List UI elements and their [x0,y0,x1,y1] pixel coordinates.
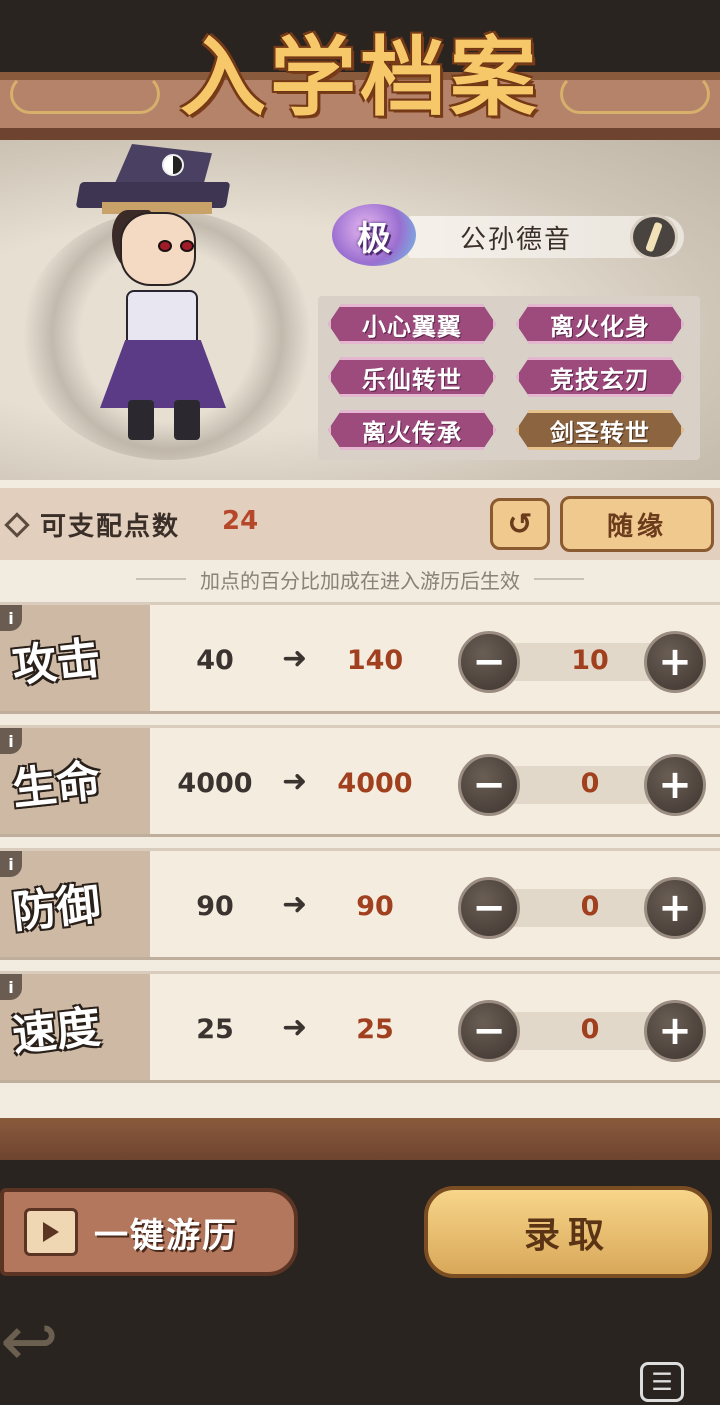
stat-name: 速度 [10,1001,103,1062]
arrow-right-icon: ➜ [282,641,308,676]
increase-button[interactable]: + [644,754,706,816]
plus-icon: + [658,1008,692,1054]
yin-yang-icon [162,154,184,176]
points-label: 可支配点数 [40,512,181,542]
increase-button[interactable]: + [644,1000,706,1062]
rename-brush-button[interactable] [630,214,678,260]
stat-name: 防御 [10,878,103,939]
trait-tag[interactable]: 离火传承 [328,410,496,450]
trait-tag-gold[interactable]: 剑圣转世 [516,410,684,450]
rank-badge: 极 [332,204,416,266]
arrow-right-icon: ➜ [282,887,308,922]
plus-icon: + [658,639,692,685]
stat-base-value: 4000 [177,768,253,799]
increase-button[interactable]: + [644,631,706,693]
reset-button[interactable]: ↺ [490,498,550,550]
stat-base-value: 90 [196,891,234,922]
enroll-button[interactable]: 录取 [424,1186,712,1278]
allocated-points: 10 [571,645,609,676]
trait-tags: 小心翼翼 离火化身 乐仙转世 竞技玄刃 离火传承 剑圣转世 [318,296,700,460]
plus-icon: + [658,885,692,931]
cloud-ornament-right [560,74,710,114]
arrow-right-icon: ➜ [282,1010,308,1045]
stat-name: 生命 [10,755,103,816]
minus-icon: − [472,1008,506,1054]
stat-row-speed: i 速度 25 ➜ 25 0 − + [0,971,720,1083]
stat-row-defense: i 防御 90 ➜ 90 0 − + [0,848,720,960]
trait-tag[interactable]: 离火化身 [516,304,684,344]
hint-text: 加点的百分比加成在进入游历后生效 [200,568,520,593]
decrease-button[interactable]: − [458,631,520,693]
divider [534,578,584,580]
plus-icon: + [658,762,692,808]
minus-icon: − [472,762,506,808]
random-allocate-button[interactable]: 随缘 [560,496,714,552]
stat-base-value: 25 [196,1014,234,1045]
stat-base-value: 40 [196,645,234,676]
info-icon[interactable]: i [0,851,22,877]
allocation-hint: 加点的百分比加成在进入游历后生效 [0,564,720,594]
back-arrow-icon[interactable]: ↩ [0,1300,80,1390]
diamond-icon [4,512,30,538]
decrease-button[interactable]: − [458,877,520,939]
allocated-points: 0 [580,891,600,922]
tv-play-icon [24,1208,78,1256]
stat-row-health: i 生命 4000 ➜ 4000 0 − + [0,725,720,837]
stat-row-attack: i 攻击 40 ➜ 140 10 − + [0,602,720,714]
stat-new-value: 140 [346,645,404,676]
title-banner: 入学档案 [0,0,720,140]
panel-bottom-border [0,1118,720,1160]
stat-name: 攻击 [10,632,103,693]
cloud-ornament-left [10,74,160,114]
info-icon[interactable]: i [0,605,22,631]
allocated-points: 0 [580,768,600,799]
points-value: 24 [222,506,259,536]
info-icon[interactable]: i [0,974,22,1000]
divider [136,578,186,580]
info-icon[interactable]: i [0,728,22,754]
chat-icon[interactable]: ☰ [640,1362,684,1402]
stat-new-value: 90 [356,891,394,922]
enrollment-panel: 公孙德音 极 小心翼翼 离火化身 乐仙转世 竞技玄刃 离火传承 剑圣转世 可支配… [0,140,720,1160]
trait-tag[interactable]: 小心翼翼 [328,304,496,344]
trait-tag[interactable]: 乐仙转世 [328,357,496,397]
character-name: 公孙德音 [460,224,573,255]
minus-icon: − [472,639,506,685]
minus-icon: − [472,885,506,931]
decrease-button[interactable]: − [458,754,520,816]
brush-icon [645,221,663,253]
portrait-area: 公孙德音 极 小心翼翼 离火化身 乐仙转世 竞技玄刃 离火传承 剑圣转世 [0,140,720,480]
allocated-points: 0 [580,1014,600,1045]
decrease-button[interactable]: − [458,1000,520,1062]
character-portrait [70,140,240,450]
trait-tag[interactable]: 竞技玄刃 [516,357,684,397]
stat-new-value: 4000 [337,768,413,799]
arrow-right-icon: ➜ [282,764,308,799]
page-title: 入学档案 [180,27,540,128]
stat-new-value: 25 [356,1014,394,1045]
undo-icon: ↺ [507,506,533,542]
increase-button[interactable]: + [644,877,706,939]
